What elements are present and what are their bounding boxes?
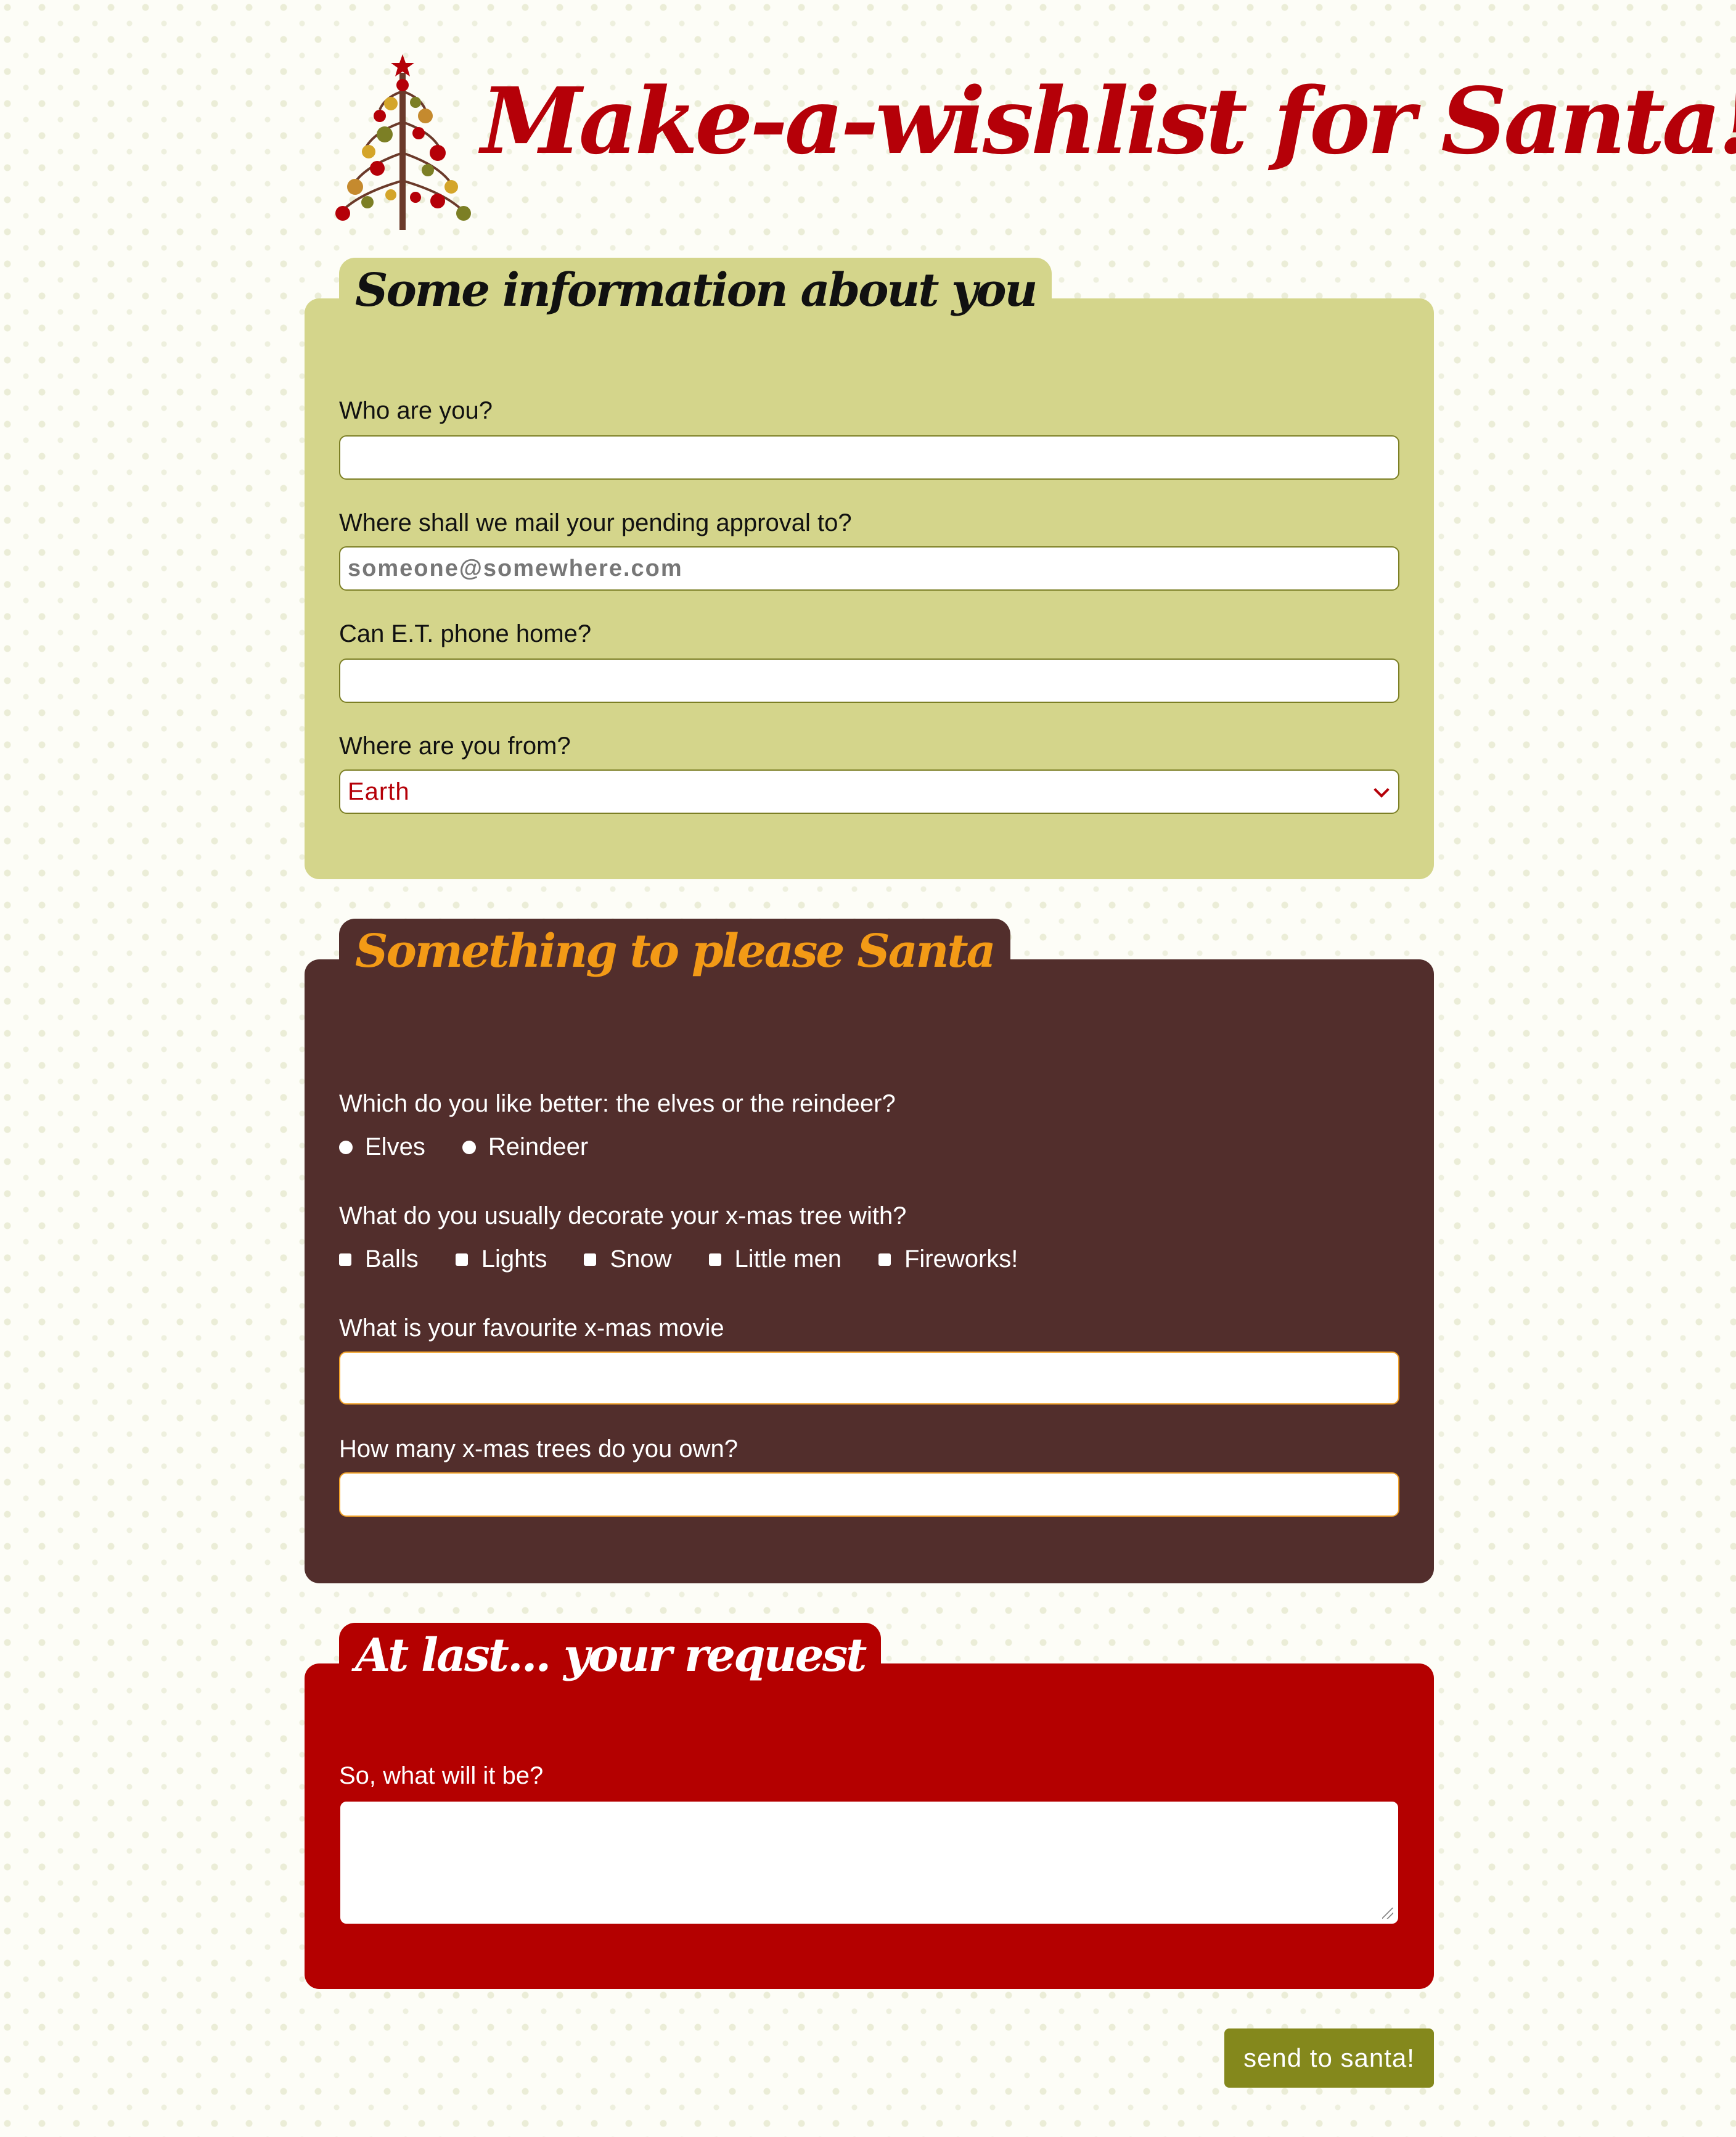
phone-input[interactable]	[339, 658, 1399, 703]
preference-options: Elves Reindeer	[339, 1133, 625, 1161]
phone-label: Can E.T. phone home?	[339, 620, 592, 647]
request-textarea[interactable]	[339, 1800, 1399, 1925]
checkbox[interactable]	[584, 1253, 597, 1266]
radio-label-reindeer: Reindeer	[488, 1133, 589, 1160]
please-santa-section: Which do you like better: the elves or t…	[305, 959, 1434, 1583]
decorations-options: Balls Lights Snow Little men Fireworks!	[339, 1245, 1055, 1273]
radio-button[interactable]	[339, 1140, 353, 1154]
email-placeholder: someone@somewhere.com	[348, 555, 683, 581]
checkbox-little-men[interactable]: Little men	[708, 1245, 841, 1273]
trees-label: How many x-mas trees do you own?	[339, 1435, 738, 1462]
checkbox-label-snow: Snow	[610, 1245, 672, 1273]
name-label: Who are you?	[339, 397, 493, 424]
email-input[interactable]: someone@somewhere.com	[339, 546, 1399, 591]
movie-label: What is your favourite x-mas movie	[339, 1315, 724, 1342]
checkbox[interactable]	[339, 1253, 351, 1266]
preference-label: Which do you like better: the elves or t…	[339, 1090, 896, 1117]
checkbox[interactable]	[878, 1253, 891, 1266]
radio-button[interactable]	[462, 1140, 476, 1154]
request-label: So, what will it be?	[339, 1762, 544, 1789]
radio-elves[interactable]: Elves	[339, 1133, 425, 1161]
checkbox-balls[interactable]: Balls	[339, 1245, 419, 1273]
request-legend: At last... your request	[339, 1623, 882, 1691]
radio-label-elves: Elves	[365, 1133, 425, 1160]
movie-input[interactable]	[339, 1352, 1399, 1405]
checkbox[interactable]	[455, 1253, 468, 1266]
decorations-label: What do you usually decorate your x-mas …	[339, 1202, 907, 1229]
origin-label: Where are you from?	[339, 732, 571, 760]
request-section: So, what will it be?	[305, 1663, 1434, 1989]
christmas-tree-icon	[335, 54, 471, 230]
chevron-down-icon	[1374, 782, 1390, 798]
about-you-legend: Some information about you	[339, 258, 1052, 326]
page-title: Make-a-wishlist for Santa!	[481, 67, 1736, 174]
checkbox-label-balls: Balls	[365, 1245, 419, 1273]
checkbox-label-lights: Lights	[481, 1245, 547, 1273]
name-input[interactable]	[339, 435, 1399, 480]
checkbox-snow[interactable]: Snow	[584, 1245, 672, 1273]
origin-selected-value: Earth	[348, 777, 410, 805]
radio-reindeer[interactable]: Reindeer	[462, 1133, 588, 1161]
checkbox-label-fireworks: Fireworks!	[904, 1245, 1018, 1273]
checkbox[interactable]	[708, 1253, 721, 1266]
about-you-section: Who are you? Where shall we mail your pe…	[305, 298, 1434, 879]
checkbox-fireworks[interactable]: Fireworks!	[878, 1245, 1018, 1273]
email-label: Where shall we mail your pending approva…	[339, 509, 852, 536]
checkbox-label-little-men: Little men	[734, 1245, 841, 1273]
origin-select[interactable]: Earth	[339, 769, 1399, 814]
checkbox-lights[interactable]: Lights	[455, 1245, 547, 1273]
please-santa-legend: Something to please Santa	[339, 919, 1010, 986]
send-to-santa-button[interactable]: send to santa!	[1224, 2028, 1434, 2088]
resize-handle-icon[interactable]	[1382, 1908, 1393, 1919]
trees-input[interactable]	[339, 1472, 1399, 1517]
